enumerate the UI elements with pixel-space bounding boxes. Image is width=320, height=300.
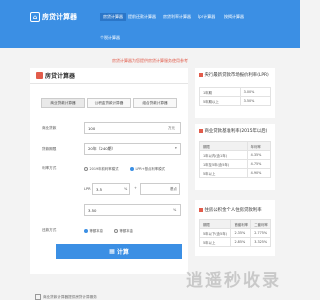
table-cell: 5年以下(含5年) [198,228,232,238]
calculator-icon [36,72,43,79]
radio-rate-old-label: 2019年前利率模式 [89,167,119,171]
tab-fund[interactable]: 公积金贷款计算器 [87,98,131,108]
calculator-title-text: 房贷计算器 [45,73,76,80]
footer-text-label: 商业贷款计算器提供房贷计算服务 [43,294,97,299]
nav-item-mortgage-loan[interactable]: 按揭计算器 [224,14,244,20]
basis-points-unit: 基点 [170,187,177,191]
lpr-percent: % [124,187,128,191]
fund-rate-table: 期限 首套利率 二套利率 5年以下(含5年) 2.35% 2.775% 5年以上 2.85… [198,219,271,247]
radio-rate-lpr-label: LPR+基点利率模式 [135,167,165,171]
table-cell: 3.50% [239,96,272,106]
table-cell: 4.75% [246,159,272,169]
footer-text: 商业贷款计算器提供房贷计算服务 [35,294,97,300]
nav-item-rate[interactable]: 房贷利率计算器 [163,14,191,20]
table-cell: 期限 [198,219,232,229]
table-cell: 2.35% [230,228,252,238]
loan-amount-unit: 万元 [168,126,175,130]
calculator-icon: ▦ [109,248,115,255]
chart-icon [199,129,203,133]
table-cell: 1年至5年(含5年) [199,159,248,169]
calculate-button-label: 计算 [116,249,129,256]
notice-text: 房贷计算器为您提供房贷计算服务使用参考 [112,58,188,63]
loan-amount-input[interactable]: 100 [84,122,181,134]
years-label: 贷款期限 [42,147,57,151]
years-value: 20年（240期） [88,146,116,151]
table-cell: 3.325% [250,237,271,247]
calculate-button[interactable]: ▦ 计算 [56,244,182,259]
radio-equal-principal-label: 等额本金 [119,229,134,233]
bank-rate-table: 期限 年利率 1年以内(含1年) 4.35% 1年至5年(含5年) 4.75% 5年以… [199,141,272,178]
table-cell: 4.35% [246,150,272,160]
radio-dot-icon [84,166,88,171]
radio-equal-installment[interactable]: 等额本息 [84,228,103,233]
plus-sign: + [134,186,137,190]
nav-item-mortgage[interactable]: 房贷计算器 [100,13,126,21]
repay-method-label: 还款方式 [42,228,57,232]
lpr-box-title-text: 央行最新贷款市场报价利率(LPR) [204,73,269,78]
bank-box-title: 商业贷款基准利率(2015年以后) [199,128,267,134]
radio-rate-lpr[interactable]: LPR+基点利率模式 [130,166,165,171]
nav-item-tax[interactable]: 个税计算器 [100,35,120,41]
radio-equal-principal[interactable]: 等额本金 [114,228,133,233]
radio-rate-old[interactable]: 2019年前利率模式 [84,166,118,171]
calculator-title: 房贷计算器 [36,71,75,80]
rate-result-percent: % [173,208,177,212]
logo-text: 房贷计算器 [42,13,77,21]
tab-commercial[interactable]: 商业贷款计算器 [41,98,85,108]
rate-result-value: 3.50 [88,207,97,213]
table-cell: 2.85% [230,237,252,247]
table-cell: 4.90% [246,168,272,178]
radio-equal-installment-label: 等额本息 [89,229,104,233]
radio-dot-icon [130,166,134,171]
table-cell: 1年以内(含1年) [199,150,248,160]
watermark: 逍遥秒收录 [186,271,281,291]
table-cell: 5年以上 [199,168,248,178]
rate-mode-label: 利率方式 [42,166,57,170]
chart-icon [199,73,203,77]
table-cell: 首套利率 [230,219,252,229]
fund-box-title-text: 住房公积金个人住房贷款利率 [204,208,262,213]
radio-dot-icon [114,228,118,233]
tab-combined[interactable]: 组合贷款计算器 [133,98,177,108]
radio-dot-icon [84,228,88,233]
nav-item-lpr[interactable]: lpr计算器 [198,14,215,20]
top-nav-bar: ⌂ 房贷计算器 房贷计算器 提前还款计算器 房贷利率计算器 lpr计算器 按揭计… [0,0,300,48]
loan-amount-label: 商业贷款 [42,126,57,130]
chevron-down-icon: ▾ [175,146,177,150]
loan-amount-value: 100 [88,125,96,131]
table-cell: 5年期以上 [199,96,241,106]
site-logo[interactable]: ⌂ 房贷计算器 [30,10,77,24]
table-cell: 1年期 [199,87,241,97]
table-cell: 2.775% [250,228,271,238]
divider [30,83,188,84]
lpr-value: 3.5 [96,186,103,192]
table-cell: 期限 [199,141,248,151]
lpr-table: 1年期 3.00% 5年期以上 3.50% [199,87,272,106]
table-cell: 3.00% [239,87,272,97]
fund-box-title: 住房公积金个人住房贷款利率 [199,207,262,213]
table-cell: 年利率 [246,141,272,151]
years-select[interactable]: 20年（240期） [84,143,181,155]
lpr-label: LPR [84,187,91,191]
bank-box-title-text: 商业贷款基准利率(2015年以后) [204,129,268,134]
house-icon: ⌂ [30,12,40,22]
rate-result-input[interactable]: 3.50 [84,204,181,216]
table-cell: 二套利率 [250,219,271,229]
lpr-box-title: 央行最新贷款市场报价利率(LPR) [199,72,269,78]
table-cell: 5年以上 [198,237,232,247]
document-icon [35,294,41,300]
nav-item-prepay[interactable]: 提前还款计算器 [128,14,156,20]
chart-icon [199,208,203,212]
